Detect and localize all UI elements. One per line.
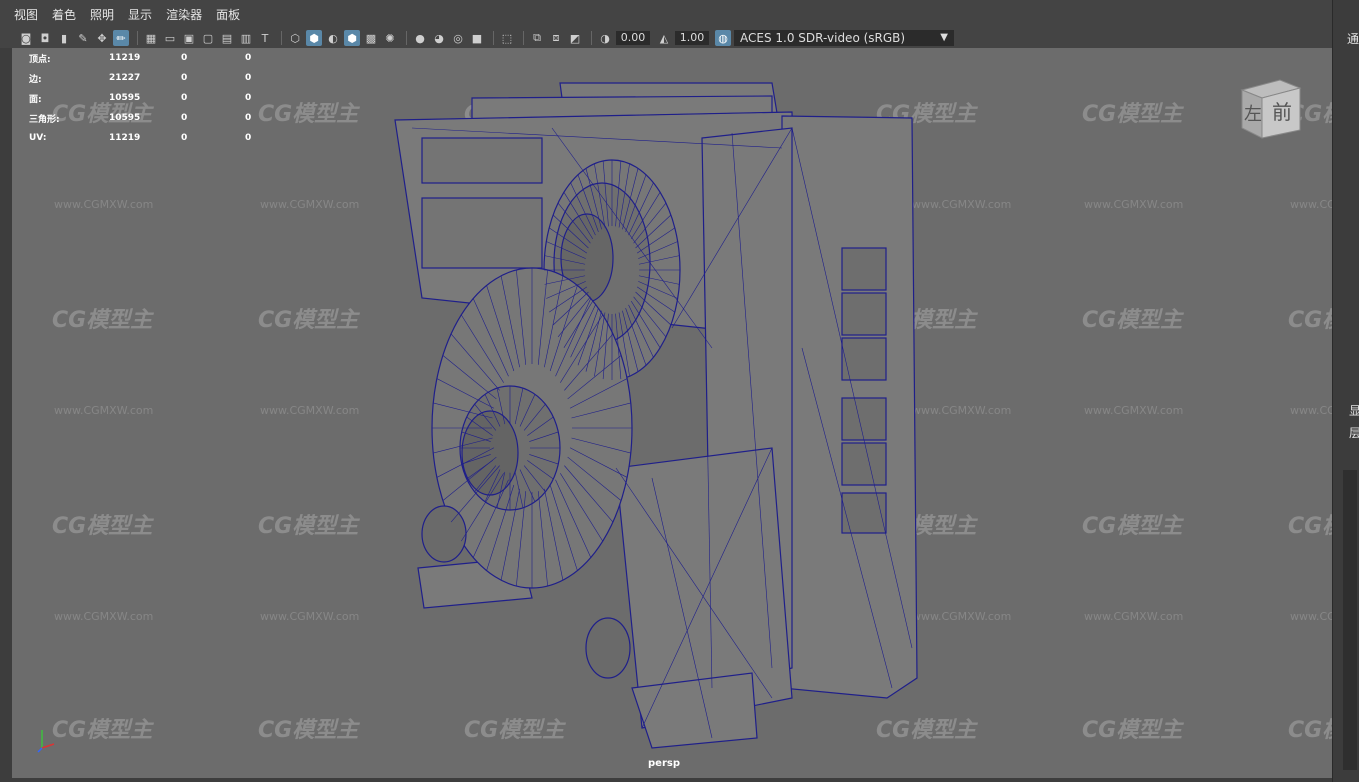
stat-selected: 0 [181,53,188,63]
gate-mask-icon[interactable]: ▢ [200,30,216,46]
menu-shading[interactable]: 着色 [52,6,76,23]
image-plane-icon[interactable]: ✎ [75,30,91,46]
view-cube-front-label[interactable]: 前 [1272,96,1292,125]
menu-panels[interactable]: 面板 [216,6,240,23]
toolbar-separator [523,31,524,45]
shadows-icon[interactable]: ● [412,30,428,46]
layer-tab[interactable]: 层 [1349,424,1359,441]
view-cube-left-label[interactable]: 左 [1244,100,1262,126]
stat-row-vertices: 顶点: 11219 0 0 [29,48,251,68]
motion-blur-icon[interactable]: ◎ [450,30,466,46]
light-icon[interactable]: ✺ [382,30,398,46]
camera-label: persp [648,758,680,769]
menu-bar: 视图 着色 照明 显示 渲染器 面板 [0,0,1332,28]
menu-lighting[interactable]: 照明 [90,6,114,23]
stat-selected: 0 [181,133,188,143]
channel-box-tab[interactable]: 通 [1347,30,1359,47]
toolbar-separator [591,31,592,45]
stat-selected: 0 [181,73,188,83]
menu-renderer[interactable]: 渲染器 [166,6,202,23]
poly-count-hud: 顶点: 11219 0 0 边: 21227 0 0 面: 10595 0 0 … [29,48,251,148]
field-chart-icon[interactable]: ▤ [219,30,235,46]
grid-icon[interactable]: ▦ [143,30,159,46]
xray-icon[interactable]: ⧉ [529,30,545,46]
stat-total: 0 [245,133,252,143]
camera-icon[interactable]: ◙ [18,30,34,46]
stat-total: 0 [245,93,252,103]
toolbar-separator [281,31,282,45]
bookmark-icon[interactable]: ▮ [56,30,72,46]
stat-value: 10595 [109,113,141,123]
antialias-icon[interactable]: ■ [469,30,485,46]
stat-value: 11219 [109,53,141,63]
color-management-icon[interactable]: ◍ [715,30,731,46]
ambient-occlusion-icon[interactable]: ◕ [431,30,447,46]
stat-row-triangles: 三角形: 10595 0 0 [29,108,251,128]
right-side-panel: 通 显 层 [1332,0,1359,782]
stat-label: 边: [29,74,42,85]
stat-total: 0 [245,113,252,123]
menu-show[interactable]: 显示 [128,6,152,23]
stat-selected: 0 [181,113,188,123]
gamma-icon[interactable]: ◭ [656,30,672,46]
camera-attr-icon[interactable]: ◘ [37,30,53,46]
gamma-field[interactable]: 1.00 [675,31,709,45]
color-space-value: ACES 1.0 SDR-video (sRGB) [740,31,906,45]
toolbar-separator [493,31,494,45]
view-cube[interactable]: 左 前 [1240,78,1302,140]
stat-selected: 0 [181,93,188,103]
toolbar-separator [137,31,138,45]
stat-label: 面: [29,94,42,105]
grease-pencil-icon[interactable]: ✏ [113,30,129,46]
stat-row-faces: 面: 10595 0 0 [29,88,251,108]
display-tab[interactable]: 显 [1349,402,1359,419]
xray-components-icon[interactable]: ◩ [567,30,583,46]
default-material-icon[interactable]: ⬢ [344,30,360,46]
wireframe-icon[interactable]: ⬡ [287,30,303,46]
resolution-gate-icon[interactable]: ▣ [181,30,197,46]
color-space-dropdown[interactable]: ACES 1.0 SDR-video (sRGB) ▼ [734,30,954,46]
stat-label: 三角形: [29,114,60,125]
viewport-toolbar: ◙ ◘ ▮ ✎ ✥ ✏ ▦ ▭ ▣ ▢ ▤ ▥ T ⬡ ⬢ ◐ ⬢ ▩ ✺ ● … [0,28,1332,48]
stat-row-edges: 边: 21227 0 0 [29,68,251,88]
xray-joints-icon[interactable]: ⧈ [548,30,564,46]
3d-viewport[interactable]: CG模型主 CG模型主 CG模型主 CG模型主 CG模型主 CG模型主 CG模型… [12,48,1332,778]
stat-value: 21227 [109,73,141,83]
3d-model-wireframe[interactable] [12,48,1332,778]
bottom-edge [0,778,1332,782]
menu-view[interactable]: 视图 [14,6,38,23]
stat-label: 顶点: [29,54,51,65]
chevron-down-icon: ▼ [940,32,948,43]
toolbar-separator [406,31,407,45]
safe-title-icon[interactable]: T [257,30,273,46]
stat-value: 10595 [109,93,141,103]
texture-icon[interactable]: ▩ [363,30,379,46]
stat-value: 11219 [109,133,141,143]
stat-row-uvs: UV: 11219 0 0 [29,128,251,148]
isolate-icon[interactable]: ⬚ [499,30,515,46]
film-gate-icon[interactable]: ▭ [162,30,178,46]
exposure-icon[interactable]: ◑ [597,30,613,46]
exposure-field[interactable]: 0.00 [616,31,650,45]
wireframe-on-shaded-icon[interactable]: ◐ [325,30,341,46]
axis-gizmo-icon [37,730,55,753]
stat-label: UV: [29,133,47,143]
panel-scrollbar[interactable] [1343,470,1357,770]
pan-zoom-icon[interactable]: ✥ [94,30,110,46]
left-edge [0,48,12,782]
shaded-icon[interactable]: ⬢ [306,30,322,46]
stat-total: 0 [245,73,252,83]
safe-action-icon[interactable]: ▥ [238,30,254,46]
stat-total: 0 [245,53,252,63]
